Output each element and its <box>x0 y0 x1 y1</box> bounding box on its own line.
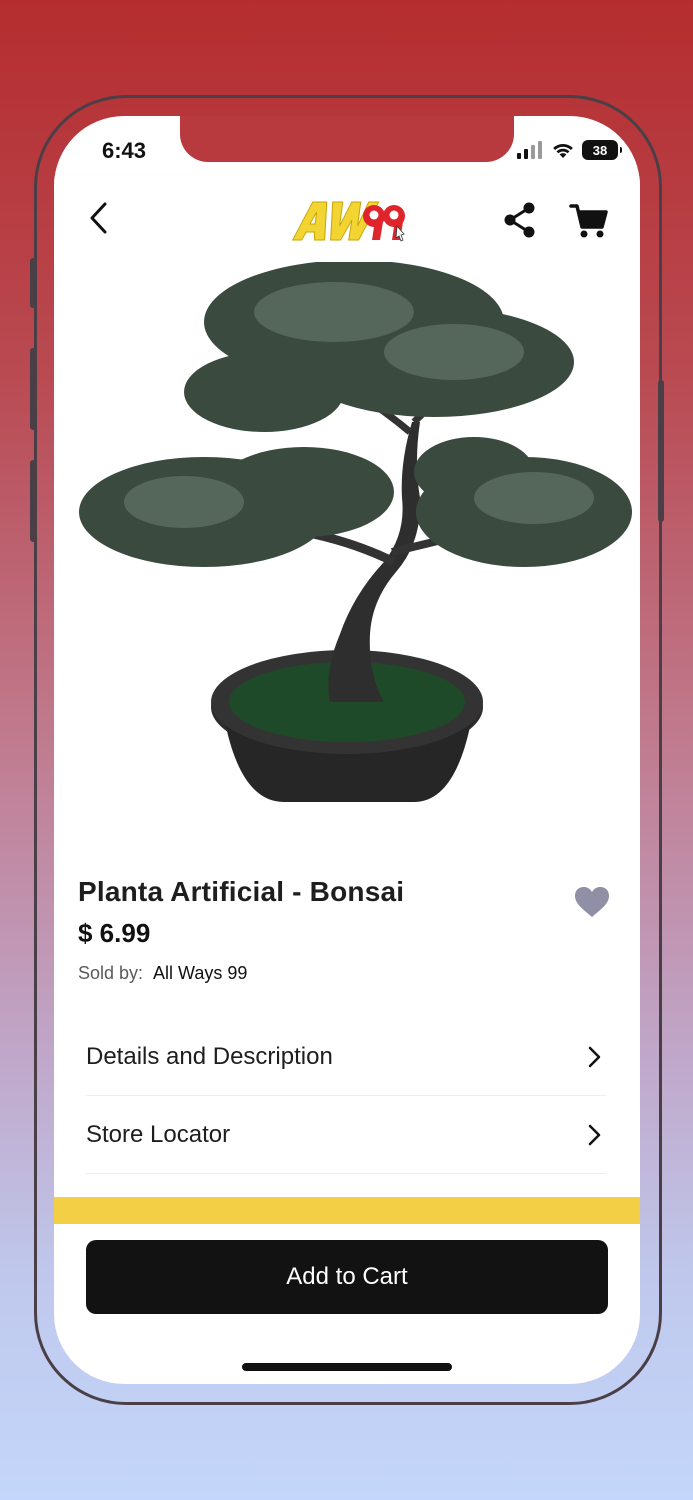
notch <box>180 116 514 162</box>
back-button[interactable] <box>78 198 118 238</box>
phone-volume-down <box>30 460 36 542</box>
bonsai-tree-image <box>54 262 640 822</box>
store-locator-row[interactable]: Store Locator <box>86 1097 606 1174</box>
seller-name[interactable]: All Ways 99 <box>153 963 247 983</box>
accent-bar <box>54 1197 640 1224</box>
product-info: Planta Artificial - Bonsai $ 6.99 Sold b… <box>78 876 618 984</box>
phone-volume-up <box>30 348 36 430</box>
phone-side-button <box>30 258 36 308</box>
store-locator-label: Store Locator <box>86 1121 231 1148</box>
home-indicator[interactable] <box>242 1363 452 1371</box>
aw99-logo[interactable] <box>290 196 408 244</box>
status-time: 6:43 <box>102 138 147 163</box>
back-chevron-icon <box>90 202 107 234</box>
details-label: Details and Description <box>86 1043 333 1070</box>
battery-level: 38 <box>592 142 608 158</box>
add-to-cart-button[interactable]: Add to Cart <box>86 1240 608 1314</box>
chevron-right-icon <box>588 1124 601 1146</box>
sold-by: Sold by: All Ways 99 <box>78 963 618 984</box>
phone-screen: 6:43 38 Planta Artificial - Bonsai $ 6.9… <box>54 116 640 1384</box>
heart-icon[interactable] <box>574 886 610 918</box>
cellular-signal-icon <box>517 141 542 159</box>
battery-icon: 38 <box>582 140 622 160</box>
phone-power-button <box>658 380 664 522</box>
app-header <box>54 176 640 262</box>
details-row[interactable]: Details and Description <box>86 1019 606 1096</box>
product-price: $ 6.99 <box>78 918 151 948</box>
wifi-icon <box>553 143 573 158</box>
product-title: Planta Artificial - Bonsai <box>78 876 405 907</box>
cart-icon[interactable] <box>568 200 610 240</box>
chevron-right-icon <box>588 1046 601 1068</box>
share-icon[interactable] <box>500 200 540 240</box>
sold-by-label: Sold by: <box>78 963 144 983</box>
status-icons: 38 <box>516 140 622 160</box>
